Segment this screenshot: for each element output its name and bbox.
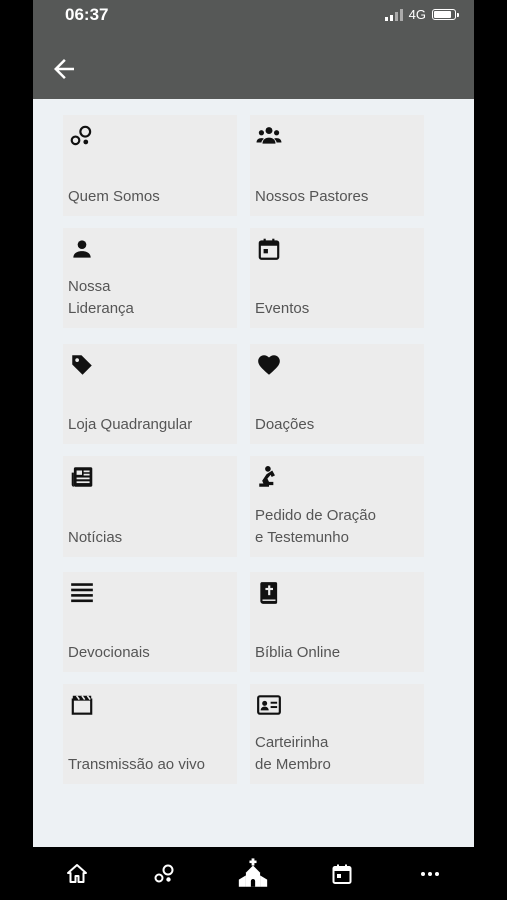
clapperboard-icon bbox=[69, 692, 95, 718]
menu-tile-label: Doações bbox=[255, 416, 315, 433]
menu-tile[interactable]: Doações bbox=[250, 344, 424, 444]
menu-tile[interactable]: Eventos bbox=[250, 228, 424, 328]
menu-tile[interactable]: Carteirinha de Membro bbox=[250, 684, 424, 784]
battery-icon bbox=[432, 9, 459, 20]
menu-tile-label: Carteirinha de Membro bbox=[255, 734, 331, 773]
calendar-icon bbox=[256, 236, 282, 262]
signal-icon bbox=[384, 8, 403, 21]
app-header: 06:37 4G bbox=[33, 0, 474, 99]
tag-icon bbox=[69, 352, 95, 378]
app-screen: 06:37 4G Quem Somos Nossos Pastores Nossa … bbox=[33, 0, 474, 900]
menu-tile-label: Transmissão ao vivo bbox=[68, 756, 205, 773]
nav-item-more[interactable] bbox=[410, 854, 450, 894]
status-time: 06:37 bbox=[65, 5, 109, 24]
group-icon bbox=[256, 123, 282, 149]
heart-icon bbox=[256, 352, 282, 378]
menu-tile[interactable]: Bíblia Online bbox=[250, 572, 424, 672]
menu-tile-label: Eventos bbox=[255, 300, 310, 317]
menu-tile[interactable]: Transmissão ao vivo bbox=[63, 684, 237, 784]
bubbles-icon bbox=[153, 862, 177, 886]
menu-tile[interactable]: Nossa Liderança bbox=[63, 228, 237, 328]
network-label: 4G bbox=[408, 7, 426, 22]
menu-tile-label: Bíblia Online bbox=[255, 644, 341, 661]
nav-item-church[interactable] bbox=[233, 854, 273, 894]
menu-tile[interactable]: Pedido de Oração e Testemunho bbox=[250, 456, 424, 557]
menu-tile[interactable]: Nossos Pastores bbox=[250, 115, 424, 216]
menu-tile[interactable]: Quem Somos bbox=[63, 115, 237, 216]
bottom-navigation bbox=[33, 847, 474, 900]
status-indicators: 4G bbox=[384, 7, 459, 22]
bible-icon bbox=[256, 580, 282, 606]
back-arrow-icon[interactable] bbox=[49, 54, 79, 84]
list-lines-icon bbox=[69, 580, 95, 606]
bubbles-icon bbox=[69, 123, 95, 149]
nav-item-bubbles[interactable] bbox=[145, 854, 185, 894]
person-icon bbox=[69, 236, 95, 262]
menu-tile-label: Nossos Pastores bbox=[255, 188, 369, 205]
menu-tile-label: Devocionais bbox=[68, 644, 150, 661]
menu-tile[interactable]: Devocionais bbox=[63, 572, 237, 672]
menu-tile-label: Nossa Liderança bbox=[68, 278, 134, 317]
newspaper-icon bbox=[69, 464, 95, 490]
menu-tile-label: Loja Quadrangular bbox=[68, 416, 193, 433]
praying-icon bbox=[256, 464, 282, 490]
menu-tile-label: Notícias bbox=[68, 529, 123, 546]
church-icon bbox=[236, 857, 270, 891]
menu-tile-label: Quem Somos bbox=[68, 188, 160, 205]
nav-item-calendar[interactable] bbox=[322, 854, 362, 894]
id-card-icon bbox=[256, 692, 282, 718]
more-icon bbox=[418, 862, 442, 886]
calendar-icon bbox=[330, 862, 354, 886]
nav-item-home[interactable] bbox=[57, 854, 97, 894]
menu-tile[interactable]: Loja Quadrangular bbox=[63, 344, 237, 444]
home-icon bbox=[65, 862, 89, 886]
menu-tile-label: Pedido de Oração e Testemunho bbox=[255, 507, 376, 546]
menu-tile[interactable]: Notícias bbox=[63, 456, 237, 557]
